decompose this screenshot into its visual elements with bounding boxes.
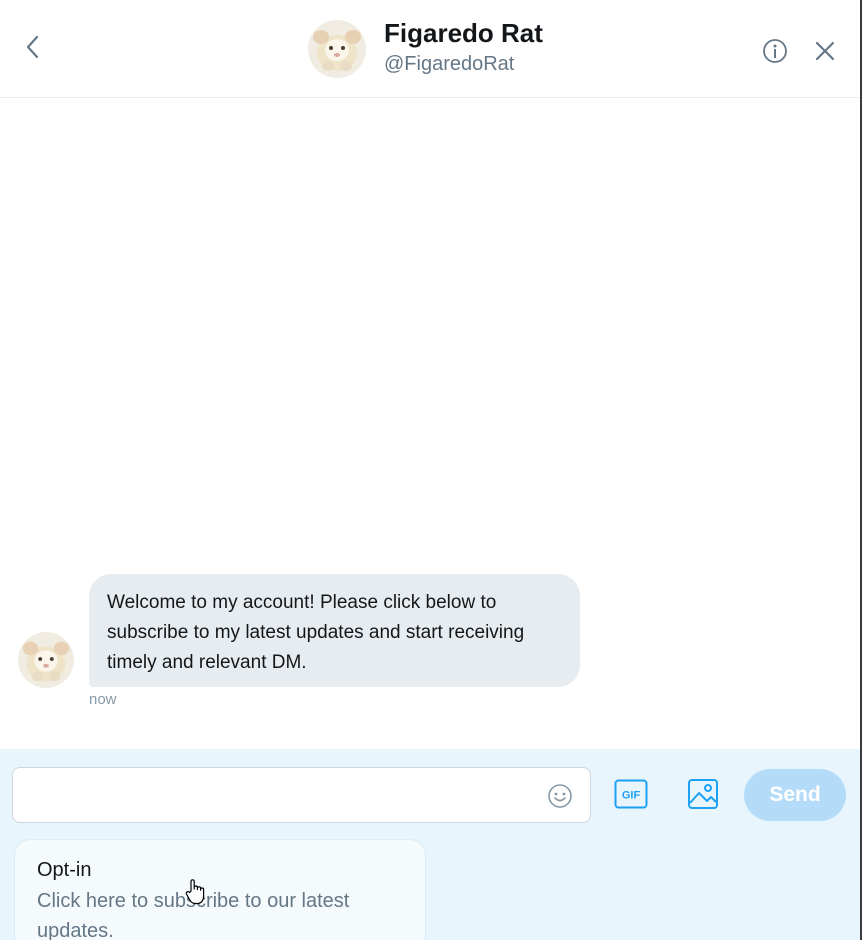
contact-name: Figaredo Rat: [384, 18, 543, 48]
add-image-button[interactable]: [686, 777, 720, 811]
emoji-button[interactable]: [546, 782, 574, 810]
back-button[interactable]: [16, 30, 50, 64]
message-bubble: Welcome to my account! Please click belo…: [89, 574, 580, 687]
chevron-left-icon: [26, 35, 39, 59]
sender-avatar[interactable]: [18, 632, 74, 688]
composer: GIF Send Opt-in Click here to subscribe …: [0, 749, 860, 940]
message-input[interactable]: [25, 768, 545, 822]
info-icon: [763, 39, 787, 63]
info-button[interactable]: [760, 36, 790, 66]
avatar[interactable]: [308, 20, 366, 78]
quick-reply-description: Click here to subscribe to our latest up…: [37, 890, 350, 940]
gif-icon: GIF: [614, 779, 648, 809]
conversation-header: Figaredo Rat @FigaredoRat: [0, 0, 860, 98]
close-icon: [815, 41, 835, 61]
close-button[interactable]: [810, 36, 840, 66]
send-button[interactable]: Send: [744, 769, 846, 821]
image-icon: [688, 779, 718, 809]
quick-reply-option[interactable]: Opt-in Click here to subscribe to our la…: [14, 839, 426, 940]
message-input-box[interactable]: [12, 767, 591, 823]
message-timestamp: now: [89, 691, 117, 708]
quick-reply-label: Opt-in: [37, 859, 92, 881]
gif-label: GIF: [622, 790, 641, 802]
rat-avatar-image: [18, 632, 74, 688]
gif-button[interactable]: GIF: [614, 777, 648, 811]
emoji-icon: [548, 784, 572, 808]
contact-handle: @FigaredoRat: [384, 53, 515, 75]
rat-avatar-image: [308, 20, 366, 78]
dm-window: Figaredo Rat @FigaredoRat Welcome to my …: [0, 0, 862, 940]
message-list[interactable]: Welcome to my account! Please click belo…: [0, 99, 860, 749]
